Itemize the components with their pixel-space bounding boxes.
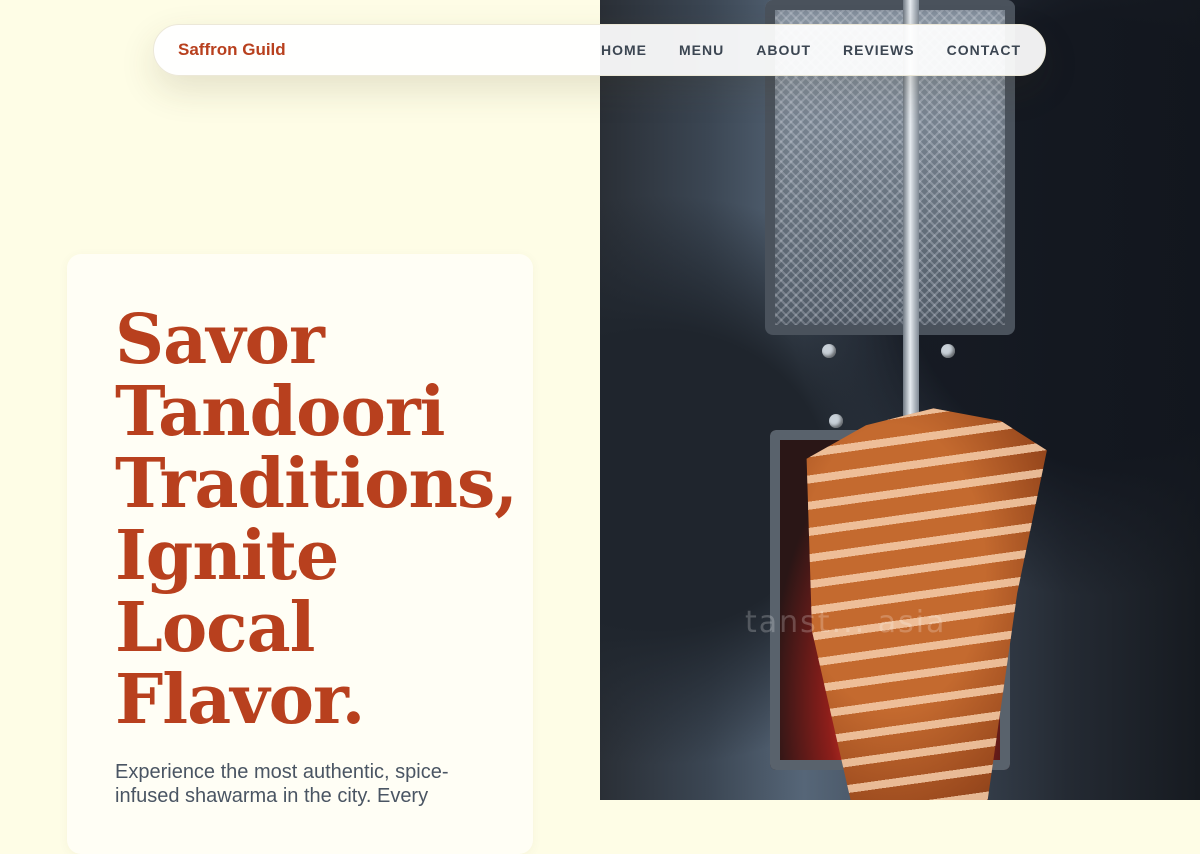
nav-home[interactable]: HOME <box>585 42 663 58</box>
hero-card: Savor Tandoori Traditions, Ignite Local … <box>67 254 533 854</box>
nav-reviews[interactable]: REVIEWS <box>827 42 931 58</box>
nav-menu[interactable]: MENU <box>663 42 740 58</box>
headline-line: Flavor. <box>115 660 365 740</box>
headline-line: Local <box>115 588 315 668</box>
bolt <box>941 344 955 358</box>
nav-contact[interactable]: CONTACT <box>931 42 1021 58</box>
hero-lead-text: Experience the most authentic, spice-inf… <box>115 761 449 807</box>
brand-link[interactable]: Saffron Guild <box>178 40 286 60</box>
headline-line: Savor <box>115 300 325 380</box>
hero-headline: Savor Tandoori Traditions, Ignite Local … <box>115 304 518 736</box>
nav-links: HOME MENU ABOUT REVIEWS CONTACT <box>585 42 1021 58</box>
headline-line: Tandoori <box>115 372 446 452</box>
headline-line: Traditions, <box>115 444 518 524</box>
photo-watermark: tanst... asia <box>745 605 947 640</box>
bolt <box>829 414 843 428</box>
headline-line: Ignite <box>115 516 339 596</box>
nav-about[interactable]: ABOUT <box>740 42 827 58</box>
hero-photo: tanst... asia <box>600 0 1200 800</box>
top-nav: Saffron Guild HOME MENU ABOUT REVIEWS CO… <box>153 24 1046 76</box>
bolt <box>822 344 836 358</box>
